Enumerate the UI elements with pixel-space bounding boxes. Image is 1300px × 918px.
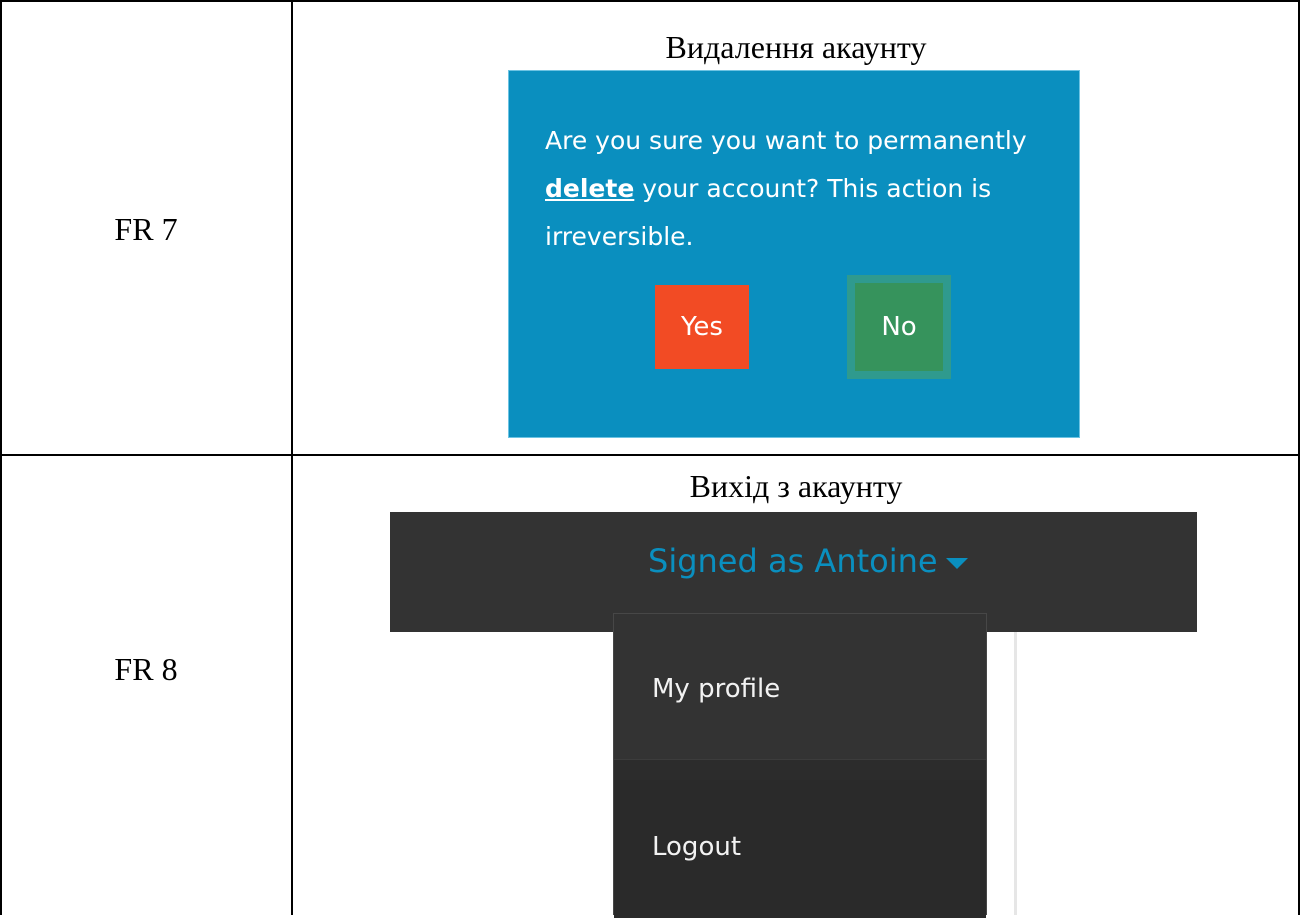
table-border-left [0, 0, 2, 915]
dialog-message: Are you sure you want to permanently del… [545, 117, 1065, 261]
yes-button[interactable]: Yes [655, 285, 749, 369]
delete-account-dialog: Are you sure you want to permanently del… [508, 70, 1080, 438]
user-menu-label: Signed as Antoine [648, 542, 938, 580]
no-button[interactable]: No [855, 283, 943, 371]
menu-divider [614, 759, 986, 780]
table-column-divider [291, 0, 293, 915]
row-id-fr7: FR 7 [114, 211, 178, 247]
dialog-message-emphasis: delete [545, 174, 635, 203]
no-button-focus-ring: No [847, 275, 951, 379]
caption-fr7: Видалення акаунту [665, 29, 927, 65]
user-dropdown-menu: My profile Logout [613, 613, 987, 918]
menu-item-logout[interactable]: Logout [614, 780, 986, 918]
user-menu-toggle[interactable]: Signed as Antoine [648, 542, 968, 580]
dialog-message-start: Are you sure you want to permanently [545, 126, 1027, 155]
row-id-fr8: FR 8 [114, 651, 178, 687]
caret-down-icon [945, 557, 968, 569]
table-border-top [0, 0, 1300, 2]
table-row-divider [0, 454, 1300, 456]
menu-item-my-profile[interactable]: My profile [614, 614, 986, 759]
caption-fr8: Вихід з акаунту [689, 468, 903, 504]
